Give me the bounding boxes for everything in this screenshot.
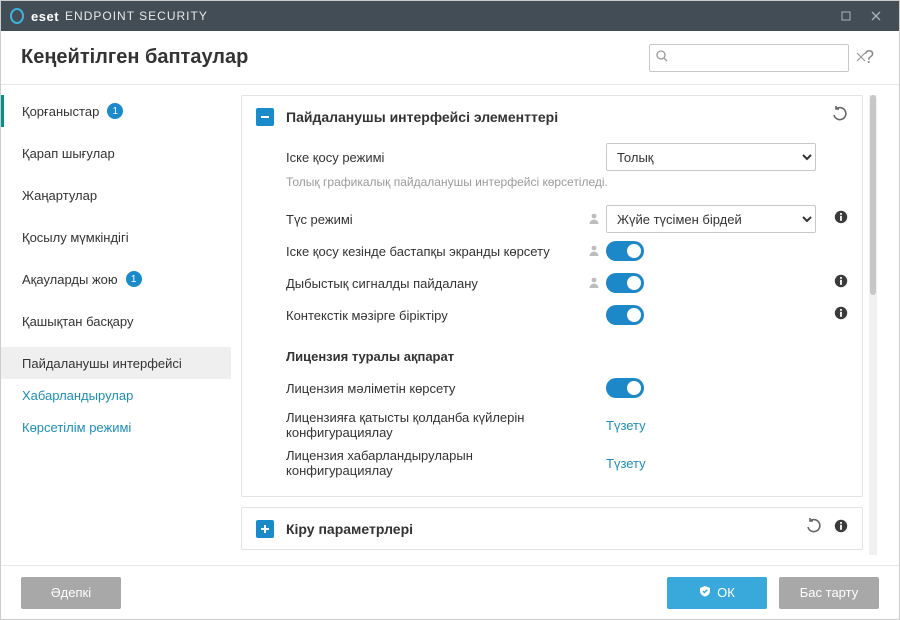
splash-label: Іске қосу кезінде бастапқы экранды көрсе… bbox=[286, 244, 586, 259]
license-notifications-link[interactable]: Түзету bbox=[606, 456, 646, 471]
sidebar-subitem-notifications[interactable]: Хабарландырулар bbox=[1, 379, 231, 411]
sidebar-item-diagnostics[interactable]: Ақауларды жою 1 bbox=[1, 263, 231, 295]
license-appstates-label: Лицензияға қатысты қолданба күйлерін кон… bbox=[286, 406, 586, 444]
brand-name: eset bbox=[31, 9, 59, 24]
license-show-toggle[interactable] bbox=[606, 378, 644, 398]
ok-button-label: ОК bbox=[717, 585, 735, 600]
context-toggle[interactable] bbox=[606, 305, 644, 325]
sidebar-item-label: Ақауларды жою bbox=[22, 272, 118, 287]
splash-toggle[interactable] bbox=[606, 241, 644, 261]
product-name: ENDPOINT SECURITY bbox=[65, 9, 208, 23]
sidebar-item-connectivity[interactable]: Қосылу мүмкіндігі bbox=[1, 221, 231, 253]
sidebar-subitem-presentation-mode[interactable]: Көрсетілім режимі bbox=[1, 411, 231, 443]
minus-icon bbox=[260, 112, 270, 122]
titlebar: eset ENDPOINT SECURITY bbox=[1, 1, 899, 31]
sidebar-subitem-user-interface[interactable]: Пайдаланушы интерфейсі bbox=[1, 347, 231, 379]
license-notifications-label: Лицензия хабарландыруларын конфигурациял… bbox=[286, 448, 586, 478]
window-maximize-button[interactable] bbox=[831, 1, 861, 31]
info-icon[interactable] bbox=[834, 274, 848, 292]
theme-label: Түс режимі bbox=[286, 212, 586, 227]
window-close-button[interactable] bbox=[861, 1, 891, 31]
sidebar-item-label: Жаңартулар bbox=[22, 188, 97, 203]
user-icon bbox=[588, 276, 600, 291]
cancel-button-label: Бас тарту bbox=[800, 585, 858, 600]
sidebar-badge: 1 bbox=[107, 103, 123, 119]
sidebar-item-updates[interactable]: Жаңартулар bbox=[1, 179, 231, 211]
page-title: Кеңейтілген баптаулар bbox=[21, 46, 248, 69]
panel-title: Пайдаланушы интерфейсі элементтері bbox=[286, 109, 558, 125]
page-header: Кеңейтілген баптаулар ? bbox=[1, 31, 899, 85]
footer: Әдепкі ОК Бас тарту bbox=[1, 565, 899, 619]
license-appstates-link[interactable]: Түзету bbox=[606, 418, 646, 433]
user-icon bbox=[588, 212, 600, 227]
cancel-button[interactable]: Бас тарту bbox=[779, 577, 879, 609]
shield-icon bbox=[699, 585, 711, 600]
panel-undo-button[interactable] bbox=[806, 518, 822, 539]
startup-mode-help: Толық графикалық пайдаланушы интерфейсі … bbox=[286, 175, 848, 189]
help-button[interactable]: ? bbox=[859, 47, 879, 68]
info-icon[interactable] bbox=[834, 210, 848, 228]
sidebar-item-label: Қарап шығулар bbox=[22, 146, 115, 161]
sidebar-item-remote[interactable]: Қашықтан басқару bbox=[1, 305, 231, 337]
panel-access-setup: Кіру параметрлері bbox=[241, 507, 863, 550]
startup-mode-select[interactable]: Толық bbox=[606, 143, 816, 171]
scrollbar-thumb[interactable] bbox=[870, 95, 876, 295]
info-icon[interactable] bbox=[834, 519, 848, 538]
default-button[interactable]: Әдепкі bbox=[21, 577, 121, 609]
panel-title: Кіру параметрлері bbox=[286, 521, 413, 537]
scrollbar[interactable] bbox=[869, 95, 877, 555]
panel-expand-button[interactable] bbox=[256, 520, 274, 538]
plus-icon bbox=[260, 524, 270, 534]
startup-mode-label: Іске қосу режимі bbox=[286, 150, 586, 165]
ok-button[interactable]: ОК bbox=[667, 577, 767, 609]
license-show-label: Лицензия мәліметін көрсету bbox=[286, 381, 586, 396]
panel-undo-button[interactable] bbox=[832, 106, 848, 127]
license-section-title: Лицензия туралы ақпарат bbox=[286, 349, 848, 364]
context-label: Контекстік мәзірге біріктіру bbox=[286, 308, 586, 323]
sidebar-item-label: Пайдаланушы интерфейсі bbox=[22, 356, 182, 371]
sound-toggle[interactable] bbox=[606, 273, 644, 293]
brand: eset ENDPOINT SECURITY bbox=[9, 8, 208, 24]
sidebar: Қорғаныстар 1 Қарап шығулар Жаңартулар Қ… bbox=[1, 85, 231, 565]
undo-icon bbox=[832, 106, 848, 122]
default-button-label: Әдепкі bbox=[51, 585, 91, 600]
sidebar-item-protections[interactable]: Қорғаныстар 1 bbox=[1, 95, 231, 127]
sidebar-item-label: Көрсетілім режимі bbox=[22, 420, 131, 435]
sidebar-item-label: Қосылу мүмкіндігі bbox=[22, 230, 129, 245]
sidebar-item-label: Қорғаныстар bbox=[22, 104, 99, 119]
brand-logo-icon bbox=[9, 8, 25, 24]
sidebar-item-label: Хабарландырулар bbox=[22, 388, 133, 403]
sidebar-item-label: Қашықтан басқару bbox=[22, 314, 133, 329]
maximize-icon bbox=[841, 11, 851, 21]
search-input[interactable] bbox=[674, 50, 850, 65]
theme-select[interactable]: Жүйе түсімен бірдей bbox=[606, 205, 816, 233]
sidebar-item-scans[interactable]: Қарап шығулар bbox=[1, 137, 231, 169]
search-icon bbox=[656, 50, 668, 65]
search-box[interactable] bbox=[649, 44, 849, 72]
sidebar-badge: 1 bbox=[126, 271, 142, 287]
sound-label: Дыбыстық сигналды пайдалану bbox=[286, 276, 586, 291]
panel-collapse-button[interactable] bbox=[256, 108, 274, 126]
close-icon bbox=[871, 11, 881, 21]
undo-icon bbox=[806, 518, 822, 534]
info-icon[interactable] bbox=[834, 306, 848, 324]
user-icon bbox=[588, 244, 600, 259]
panel-ui-elements: Пайдаланушы интерфейсі элементтері Іске … bbox=[241, 95, 863, 497]
